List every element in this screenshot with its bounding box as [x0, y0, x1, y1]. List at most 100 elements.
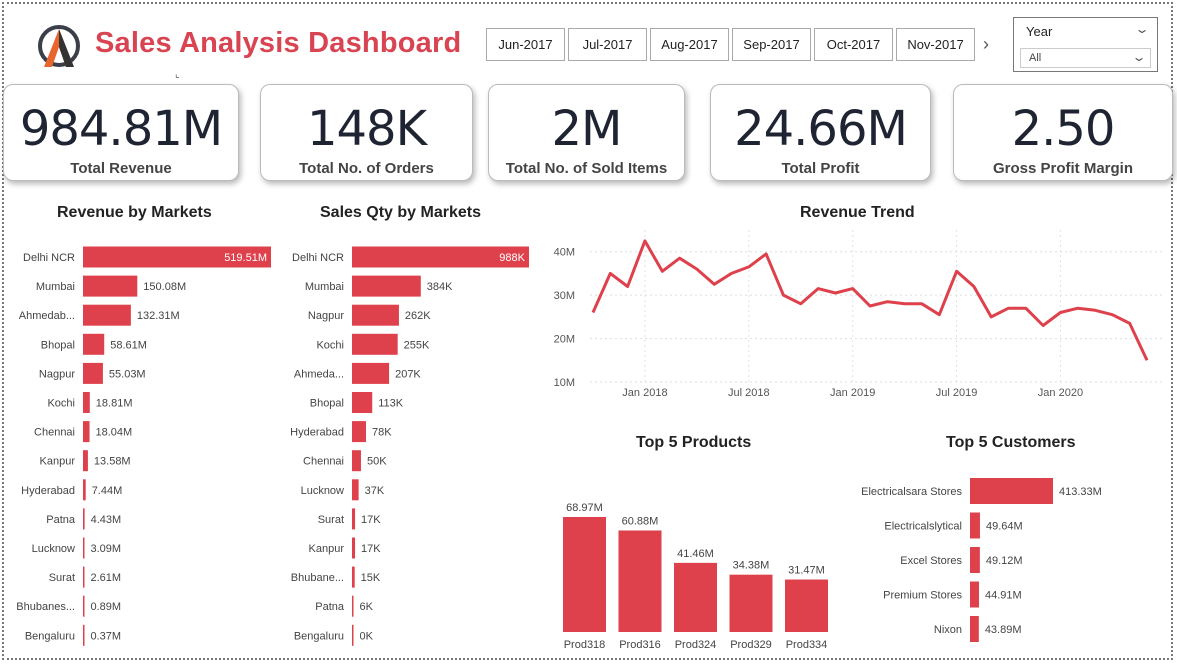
top-customers-chart: Electricalsara Stores 413.33M Electricalsl… — [861, 478, 1102, 642]
y-tick-label: 40M — [554, 247, 575, 259]
category-label: Prod324 — [675, 639, 717, 651]
category-label: Electricalslytical — [884, 521, 962, 533]
data-label: 262K — [405, 310, 431, 322]
month-chip[interactable]: Jul-2017 — [568, 28, 647, 61]
kpi-card-total-orders: 148K Total No. of Orders — [260, 84, 473, 181]
category-label: Nagpur — [308, 310, 344, 322]
data-label: 78K — [372, 427, 392, 439]
category-label: Bhubanes... — [16, 601, 75, 613]
chevron-down-icon[interactable]: ⌄ — [1134, 22, 1149, 36]
data-label: 6K — [360, 601, 374, 613]
kpi-value: 148K — [306, 101, 427, 157]
x-tick-label: Jan 2020 — [1038, 387, 1083, 399]
data-label: 384K — [427, 281, 453, 293]
bar — [352, 450, 361, 472]
kpi-value: 24.66M — [734, 101, 908, 157]
top-products-title: Top 5 Products — [636, 434, 752, 451]
series-line — [591, 239, 1149, 361]
category-label: Ahmeda... — [294, 368, 344, 380]
kpi-card-gross-margin: 2.50 Gross Profit Margin — [953, 84, 1173, 181]
bar — [83, 333, 105, 355]
revenue-trend-chart: 10M 20M 30M 40M Jan 2018 Jul 2018 Jan 2019 Jul … — [554, 230, 1165, 399]
category-label: Nixon — [934, 624, 962, 636]
bar — [352, 392, 373, 413]
kpi-label: Total No. of Orders — [299, 160, 434, 177]
bar — [83, 537, 85, 559]
data-label: 18.81M — [96, 398, 133, 410]
year-slicer-title: Year — [1026, 24, 1053, 39]
data-label: 0K — [360, 630, 374, 642]
data-label: 34.38M — [733, 560, 770, 572]
kpi-card-total-revenue: 984.81M Total Revenue — [3, 84, 239, 181]
bar — [352, 362, 390, 384]
data-label: 43.89M — [985, 624, 1022, 636]
category-label: Patna — [315, 601, 345, 613]
category-label: Chennai — [303, 456, 344, 468]
bar — [83, 624, 85, 646]
kpi-card-sold-items: 2M Total No. of Sold Items — [488, 84, 685, 181]
revenue-by-markets-title: Revenue by Markets — [57, 204, 212, 221]
y-tick-label: 30M — [554, 290, 575, 302]
category-label: Mumbai — [305, 281, 344, 293]
bar — [83, 392, 90, 413]
y-tick-label: 20M — [554, 334, 575, 346]
category-label: Bengaluru — [294, 630, 344, 642]
month-slicer: Jun-2017 Jul-2017 Aug-2017 Sep-2017 Oct-… — [486, 28, 975, 61]
year-dropdown-value: All — [1029, 52, 1042, 64]
kpi-value: 2M — [551, 101, 623, 157]
bar — [352, 304, 399, 326]
category-label: Patna — [46, 514, 76, 526]
bar — [970, 512, 980, 539]
category-label: Bhopal — [310, 398, 344, 410]
data-label: 49.12M — [986, 555, 1023, 567]
data-label: 132.31M — [137, 310, 180, 322]
category-label: Kanpur — [40, 456, 76, 468]
x-tick-label: Jan 2019 — [830, 387, 875, 399]
data-label: 49.64M — [986, 521, 1023, 533]
bar — [352, 566, 355, 588]
category-label: Lucknow — [301, 485, 344, 497]
bar — [83, 362, 103, 384]
bar — [785, 579, 828, 632]
month-chip[interactable]: Sep-2017 — [732, 28, 811, 61]
bar — [352, 624, 354, 646]
category-label: Delhi NCR — [292, 252, 344, 264]
data-label: 988K — [499, 252, 525, 264]
month-chip[interactable]: Aug-2017 — [650, 28, 729, 61]
kpi-label: Gross Profit Margin — [992, 160, 1134, 177]
data-label: 2.61M — [91, 572, 122, 584]
month-chip[interactable]: Jun-2017 — [486, 28, 565, 61]
category-label: Prod329 — [730, 639, 772, 651]
data-label: 44.91M — [985, 590, 1022, 602]
data-label: 31.47M — [788, 565, 825, 577]
month-chip[interactable]: Nov-2017 — [896, 28, 975, 61]
page-title: Sales Analysis Dashboard — [95, 27, 462, 59]
kpi-value: 2.50 — [1011, 101, 1116, 157]
category-label: Bhopal — [41, 339, 75, 351]
bar — [352, 479, 359, 501]
revenue-by-markets-chart: Delhi NCR 519.51M Mumbai 150.08M Ahmedab... 1… — [16, 246, 271, 646]
bar — [352, 421, 366, 443]
bar — [352, 508, 356, 530]
data-label: 413.33M — [1059, 486, 1102, 498]
kpi-card-total-profit: 24.66M Total Profit — [710, 84, 931, 181]
kpi-label: Total Revenue — [70, 160, 172, 177]
bar — [83, 421, 90, 443]
category-label: Prod318 — [564, 639, 606, 651]
bar — [352, 537, 356, 559]
data-label: 37K — [365, 485, 385, 497]
data-label: 7.44M — [92, 485, 123, 497]
data-label: 50K — [367, 456, 387, 468]
data-label: 55.03M — [109, 368, 146, 380]
category-label: Surat — [318, 514, 344, 526]
data-label: 113K — [378, 398, 404, 410]
year-dropdown[interactable]: All ⌄ — [1020, 48, 1151, 68]
category-label: Kochi — [316, 339, 344, 351]
category-label: Ahmedab... — [19, 310, 75, 322]
revenue-trend-title: Revenue Trend — [800, 204, 915, 221]
bar — [352, 275, 421, 297]
month-chip[interactable]: Oct-2017 — [814, 28, 893, 61]
data-label: 41.46M — [677, 548, 714, 560]
chevron-right-icon[interactable]: › — [983, 34, 989, 55]
bar — [970, 616, 979, 642]
